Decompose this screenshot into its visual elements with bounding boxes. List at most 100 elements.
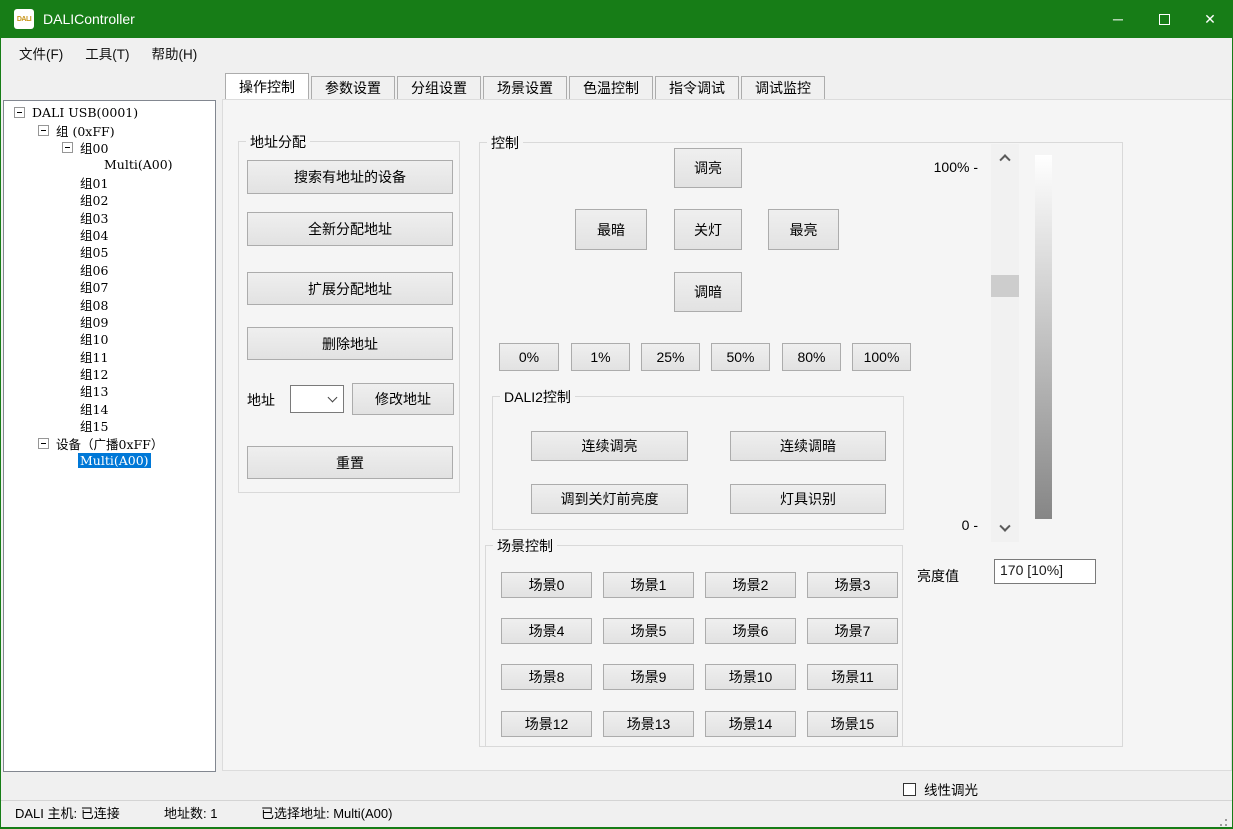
scene-button-11[interactable]: 场景11 [807,664,898,690]
continuous-brighten-button[interactable]: 连续调亮 [531,431,688,461]
address-combobox[interactable] [290,385,344,413]
brighten-button[interactable]: 调亮 [674,148,742,188]
percent-button-25[interactable]: 25% [641,343,700,371]
scene-button-15[interactable]: 场景15 [807,711,898,737]
scene-button-7[interactable]: 场景7 [807,618,898,644]
tree-item-12[interactable]: 组09 [4,313,215,330]
tree-item-20[interactable]: Multi(A00) [4,452,215,469]
tree-item-7[interactable]: 组04 [4,226,215,243]
brightest-button[interactable]: 最亮 [768,209,839,250]
scene-button-0[interactable]: 场景0 [501,572,592,598]
tree-item-11[interactable]: 组08 [4,295,215,312]
tree-item-13[interactable]: 组10 [4,330,215,347]
assign-new-address-button[interactable]: 全新分配地址 [247,212,453,246]
tree-item-label: 组10 [78,329,110,348]
scene-button-8[interactable]: 场景8 [501,664,592,690]
menu-item-help[interactable]: 帮助(H) [141,38,209,72]
window-title: DALIController [43,11,135,27]
dimmest-button[interactable]: 最暗 [575,209,647,250]
percent-button-50[interactable]: 50% [711,343,770,371]
close-icon: ✕ [1204,11,1216,28]
tree-item-label: 组12 [78,364,110,383]
linear-dimming-checkbox[interactable]: 线性调光 [903,779,978,799]
scroll-down-button[interactable] [991,516,1019,542]
tree-expander-icon[interactable] [14,107,25,118]
tree-expander-icon[interactable] [38,125,49,136]
scene-button-12[interactable]: 场景12 [501,711,592,737]
scene-button-9[interactable]: 场景9 [603,664,694,690]
brightness-scrollbar[interactable] [991,144,1019,542]
scene-button-5[interactable]: 场景5 [603,618,694,644]
percent-button-80[interactable]: 80% [782,343,841,371]
tree-item-19[interactable]: 设备（广播0xFF） [4,434,215,451]
tree-item-0[interactable]: DALI USB(0001) [4,104,215,121]
minimize-icon: ─ [1113,11,1123,27]
device-tree[interactable]: DALI USB(0001)组 (0xFF)组00Multi(A00)组01组0… [3,100,216,772]
scene-button-14[interactable]: 场景14 [705,711,796,737]
tab-0[interactable]: 操作控制 [225,73,309,99]
tree-item-16[interactable]: 组13 [4,382,215,399]
percent-button-1[interactable]: 1% [571,343,630,371]
percent-button-100[interactable]: 100% [852,343,911,371]
menu-bar: 文件(F)工具(T)帮助(H) [1,38,1232,72]
close-button[interactable]: ✕ [1187,0,1233,38]
tab-6[interactable]: 调试监控 [741,76,825,99]
reset-button[interactable]: 重置 [247,446,453,479]
window-controls: ─ ✕ [1095,0,1233,38]
light-off-button[interactable]: 关灯 [674,209,742,250]
tree-item-10[interactable]: 组07 [4,278,215,295]
tree-item-14[interactable]: 组11 [4,347,215,364]
brightness-value-box[interactable]: 170 [10%] [994,559,1096,584]
maximize-button[interactable] [1141,0,1187,38]
tab-2[interactable]: 分组设置 [397,76,481,99]
scene-button-6[interactable]: 场景6 [705,618,796,644]
tree-item-3[interactable]: Multi(A00) [4,156,215,173]
tab-1[interactable]: 参数设置 [311,76,395,99]
tree-item-17[interactable]: 组14 [4,400,215,417]
minimize-button[interactable]: ─ [1095,0,1141,38]
resize-grip-icon[interactable] [1225,819,1227,821]
linear-dimming-label: 线性调光 [924,779,978,799]
tree-item-9[interactable]: 组06 [4,261,215,278]
continuous-dim-button[interactable]: 连续调暗 [730,431,886,461]
tab-3[interactable]: 场景设置 [483,76,567,99]
app-icon: DALI [14,9,34,29]
scene-button-13[interactable]: 场景13 [603,711,694,737]
dim-button[interactable]: 调暗 [674,272,742,312]
menu-item-tools[interactable]: 工具(T) [74,38,140,72]
menu-item-file[interactable]: 文件(F) [8,38,74,72]
tree-item-label: 组00 [78,138,110,157]
scene-button-3[interactable]: 场景3 [807,572,898,598]
tree-expander-icon[interactable] [62,142,73,153]
tree-item-8[interactable]: 组05 [4,243,215,260]
tab-5[interactable]: 指令调试 [655,76,739,99]
assign-extend-address-button[interactable]: 扩展分配地址 [247,272,453,305]
title-bar: DALI DALIController ─ ✕ [0,0,1233,38]
delete-address-button[interactable]: 删除地址 [247,327,453,360]
scene-button-1[interactable]: 场景1 [603,572,694,598]
tree-item-15[interactable]: 组12 [4,365,215,382]
chevron-down-icon [328,393,338,403]
dali2-groupbox: DALI2控制 连续调亮 连续调暗 调到关灯前亮度 灯具识别 [492,396,904,530]
tree-item-label: 组13 [78,381,110,400]
modify-address-button[interactable]: 修改地址 [352,383,454,415]
luminaire-identify-button[interactable]: 灯具识别 [730,484,886,514]
tree-item-6[interactable]: 组03 [4,208,215,225]
scrollbar-thumb[interactable] [991,275,1019,297]
scene-button-2[interactable]: 场景2 [705,572,796,598]
tree-item-label: 组06 [78,260,110,279]
checkbox-icon [903,783,916,796]
tab-4[interactable]: 色温控制 [569,76,653,99]
tree-item-2[interactable]: 组00 [4,139,215,156]
scene-button-10[interactable]: 场景10 [705,664,796,690]
tree-item-1[interactable]: 组 (0xFF) [4,121,215,138]
tree-item-18[interactable]: 组15 [4,417,215,434]
percent-button-0[interactable]: 0% [499,343,559,371]
scroll-up-button[interactable] [991,144,1019,170]
recall-last-level-button[interactable]: 调到关灯前亮度 [531,484,688,514]
tree-item-5[interactable]: 组02 [4,191,215,208]
tree-expander-icon[interactable] [38,438,49,449]
scene-button-4[interactable]: 场景4 [501,618,592,644]
search-addressed-devices-button[interactable]: 搜索有地址的设备 [247,160,453,194]
tree-item-4[interactable]: 组01 [4,174,215,191]
